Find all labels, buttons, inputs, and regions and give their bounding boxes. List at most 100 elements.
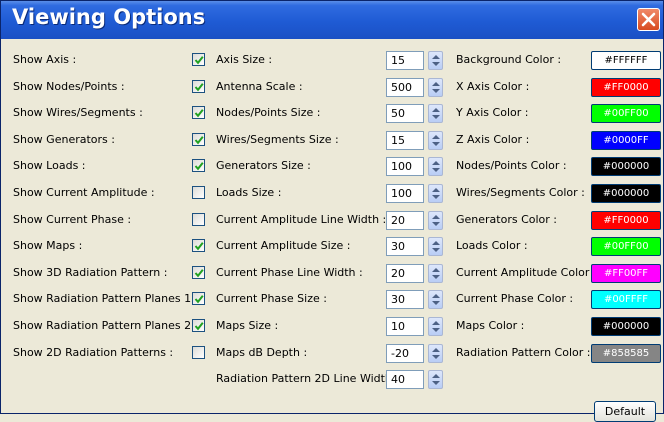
- arrow-down-icon[interactable]: [432, 62, 440, 66]
- arrow-up-icon[interactable]: [432, 135, 440, 139]
- arrow-down-icon[interactable]: [432, 301, 440, 305]
- color-swatch-button[interactable]: #858585: [591, 344, 661, 363]
- show-option-checkbox[interactable]: [192, 239, 205, 252]
- arrow-up-icon[interactable]: [432, 188, 440, 192]
- color-swatch-button[interactable]: #000000: [591, 184, 661, 203]
- arrow-up-icon[interactable]: [432, 215, 440, 219]
- checkmark-icon: [194, 83, 204, 92]
- arrow-down-icon[interactable]: [432, 381, 440, 385]
- size-option-input[interactable]: 15: [386, 51, 424, 70]
- arrow-up-icon[interactable]: [432, 108, 440, 112]
- size-option-spinner[interactable]: [428, 264, 443, 283]
- show-option-label: Show Wires/Segments :: [13, 106, 143, 119]
- size-option-spinner[interactable]: [428, 78, 443, 97]
- show-option-checkbox[interactable]: [192, 106, 205, 119]
- size-option-input[interactable]: 500: [386, 78, 424, 97]
- size-option-input[interactable]: 100: [386, 184, 424, 203]
- size-option-input[interactable]: 15: [386, 131, 424, 150]
- checkmark-icon: [194, 295, 204, 304]
- size-option-input[interactable]: -20: [386, 344, 424, 363]
- show-option-checkbox[interactable]: [192, 266, 205, 279]
- size-option-spinner[interactable]: [428, 344, 443, 363]
- size-option-spinner[interactable]: [428, 237, 443, 256]
- size-option-spinner[interactable]: [428, 157, 443, 176]
- checkmark-icon: [194, 322, 204, 331]
- show-option-checkbox[interactable]: [192, 213, 205, 226]
- size-option-spinner[interactable]: [428, 211, 443, 230]
- arrow-up-icon[interactable]: [432, 241, 440, 245]
- size-option-input[interactable]: 30: [386, 290, 424, 309]
- show-option-checkbox[interactable]: [192, 53, 205, 66]
- color-swatch-button[interactable]: #FFFFFF: [591, 51, 661, 70]
- arrow-down-icon[interactable]: [432, 328, 440, 332]
- color-swatch-button[interactable]: #FF0000: [591, 78, 661, 97]
- color-swatch-button[interactable]: #FF0000: [591, 211, 661, 230]
- size-option-input[interactable]: 30: [386, 237, 424, 256]
- arrow-up-icon[interactable]: [432, 268, 440, 272]
- color-option-label: Nodes/Points Color :: [456, 159, 567, 172]
- show-option-label: Show Nodes/Points :: [13, 80, 125, 93]
- title-bar[interactable]: Viewing Options: [1, 1, 663, 39]
- arrow-down-icon[interactable]: [432, 195, 440, 199]
- arrow-up-icon[interactable]: [432, 348, 440, 352]
- default-button[interactable]: Default: [594, 401, 656, 422]
- arrow-up-icon[interactable]: [432, 161, 440, 165]
- size-option-spinner[interactable]: [428, 104, 443, 123]
- arrow-up-icon[interactable]: [432, 374, 440, 378]
- size-option-label: Radiation Pattern 2D Line Width :: [216, 372, 400, 385]
- arrow-down-icon[interactable]: [432, 275, 440, 279]
- arrow-up-icon[interactable]: [432, 321, 440, 325]
- arrow-down-icon[interactable]: [432, 168, 440, 172]
- show-option-checkbox[interactable]: [192, 133, 205, 146]
- color-swatch-button[interactable]: #00FFFF: [591, 290, 661, 309]
- show-option-checkbox[interactable]: [192, 186, 205, 199]
- size-option-spinner[interactable]: [428, 370, 443, 389]
- show-option-checkbox[interactable]: [192, 80, 205, 93]
- arrow-up-icon[interactable]: [432, 55, 440, 59]
- arrow-down-icon[interactable]: [432, 115, 440, 119]
- show-option-checkbox[interactable]: [192, 319, 205, 332]
- arrow-up-icon[interactable]: [432, 294, 440, 298]
- size-option-spinner[interactable]: [428, 290, 443, 309]
- size-option-label: Nodes/Points Size :: [216, 106, 321, 119]
- size-option-spinner[interactable]: [428, 184, 443, 203]
- size-option-input[interactable]: 20: [386, 211, 424, 230]
- size-option-input[interactable]: 40: [386, 370, 424, 389]
- size-option-input[interactable]: 20: [386, 264, 424, 283]
- arrow-down-icon[interactable]: [432, 248, 440, 252]
- size-option-input[interactable]: 10: [386, 317, 424, 336]
- close-button[interactable]: [637, 8, 660, 31]
- color-swatch-button[interactable]: #FF00FF: [591, 264, 661, 283]
- color-swatch-button[interactable]: #000000: [591, 157, 661, 176]
- size-option-input[interactable]: 50: [386, 104, 424, 123]
- arrow-up-icon[interactable]: [432, 82, 440, 86]
- show-option-checkbox[interactable]: [192, 292, 205, 305]
- arrow-down-icon[interactable]: [432, 222, 440, 226]
- checkmark-icon: [194, 56, 204, 65]
- show-option-label: Show Radiation Pattern Planes 2 :: [13, 319, 199, 332]
- color-option-label: Generators Color :: [456, 213, 558, 226]
- close-icon: [641, 12, 656, 27]
- arrow-down-icon[interactable]: [432, 142, 440, 146]
- show-option-checkbox[interactable]: [192, 346, 205, 359]
- size-option-spinner[interactable]: [428, 317, 443, 336]
- color-swatch-button[interactable]: #000000: [591, 317, 661, 336]
- color-swatch-button[interactable]: #0000FF: [591, 131, 661, 150]
- show-option-label: Show 3D Radiation Pattern :: [13, 266, 168, 279]
- size-option-input[interactable]: 100: [386, 157, 424, 176]
- show-option-label: Show 2D Radiation Patterns :: [13, 346, 174, 359]
- size-option-spinner[interactable]: [428, 51, 443, 70]
- color-option-label: Current Phase Color :: [456, 292, 574, 305]
- arrow-down-icon[interactable]: [432, 355, 440, 359]
- color-option-label: Loads Color :: [456, 239, 528, 252]
- size-option-spinner[interactable]: [428, 131, 443, 150]
- size-option-label: Current Phase Size :: [216, 292, 327, 305]
- dialog-title: Viewing Options: [12, 5, 206, 29]
- color-swatch-button[interactable]: #00FF00: [591, 104, 661, 123]
- size-option-label: Axis Size :: [216, 53, 273, 66]
- size-option-label: Current Phase Line Width :: [216, 266, 363, 279]
- color-swatch-button[interactable]: #00FF00: [591, 237, 661, 256]
- show-option-checkbox[interactable]: [192, 159, 205, 172]
- arrow-down-icon[interactable]: [432, 89, 440, 93]
- show-option-label: Show Maps :: [13, 239, 83, 252]
